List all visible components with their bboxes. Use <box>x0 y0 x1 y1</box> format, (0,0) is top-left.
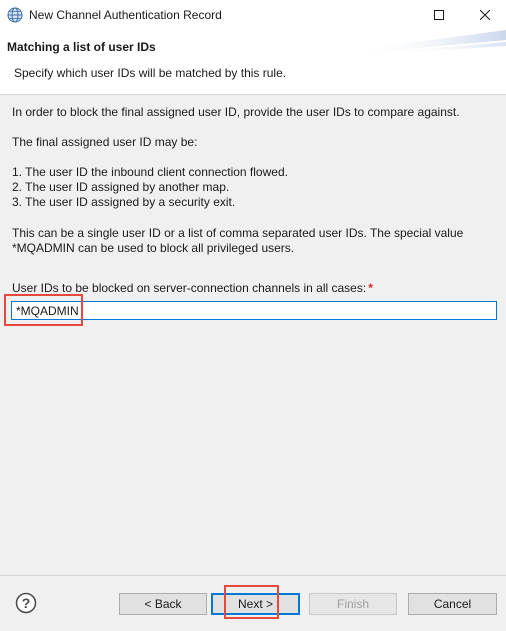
finish-button[interactable]: Finish <box>309 593 397 615</box>
option-1-text: 1. The user ID the inbound client connec… <box>12 165 288 179</box>
footer-divider <box>0 575 506 576</box>
intro-text: In order to block the final assigned use… <box>12 105 460 119</box>
page-title: Matching a list of user IDs <box>7 40 156 54</box>
option-2-text: 2. The user ID assigned by another map. <box>12 180 230 194</box>
field-label: User IDs to be blocked on server-connect… <box>12 281 373 296</box>
back-button[interactable]: < Back <box>119 593 207 615</box>
user-ids-input[interactable] <box>11 301 497 320</box>
may-be-text: The final assigned user ID may be: <box>12 135 198 149</box>
close-button[interactable] <box>462 0 506 30</box>
title-bar: New Channel Authentication Record <box>0 0 506 30</box>
page-description: Specify which user IDs will be matched b… <box>14 66 287 80</box>
required-marker: * <box>368 281 373 295</box>
maximize-icon <box>434 10 444 20</box>
cancel-button[interactable]: Cancel <box>408 593 497 615</box>
header-divider <box>0 94 506 95</box>
close-icon <box>480 10 490 20</box>
svg-text:?: ? <box>22 595 31 611</box>
maximize-button[interactable] <box>416 0 462 30</box>
note-line-1: This can be a single user ID or a list o… <box>12 226 464 240</box>
field-label-text: User IDs to be blocked on server-connect… <box>12 281 367 295</box>
help-icon[interactable]: ? <box>15 592 37 614</box>
note-line-2: *MQADMIN can be used to block all privil… <box>12 241 295 255</box>
next-button[interactable]: Next > <box>211 593 300 615</box>
wizard-header: Matching a list of user IDs Specify whic… <box>0 30 506 94</box>
dialog-window: New Channel Authentication Record Matchi… <box>0 0 506 631</box>
globe-icon <box>7 7 23 23</box>
banner-decoration <box>356 30 506 52</box>
option-3-text: 3. The user ID assigned by a security ex… <box>12 195 236 209</box>
window-title: New Channel Authentication Record <box>29 8 222 22</box>
